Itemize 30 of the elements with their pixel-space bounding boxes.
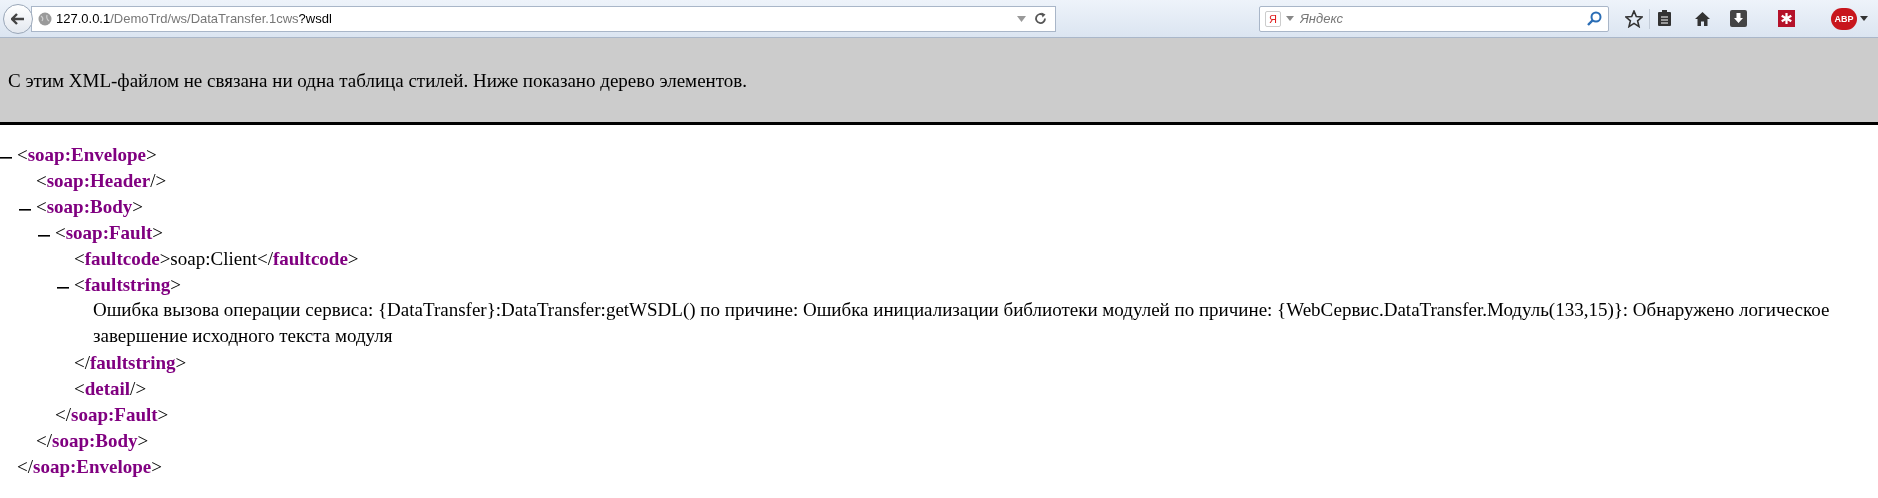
adblock-icon[interactable]: ABP — [1831, 7, 1857, 30]
search-field[interactable]: Я Яндекс — [1259, 5, 1609, 32]
asterisk-icon[interactable] — [1778, 10, 1795, 27]
xml-open-tag: <faultstring> — [74, 271, 181, 300]
home-icon[interactable] — [1694, 10, 1711, 27]
element-text: Ошибка вызова операции сервиса: {DataTransfer}:DataTransfer:getWSDL() по причине: Ошибка инициализации библиотеки модулей по причине: {WebСервис.DataTransfer.Модуль(133,15)}: Обнаружено логическое завершение исходного текста модуля — [93, 298, 1831, 348]
xml-open-tag: <soap:Body> — [36, 193, 143, 222]
star-icon[interactable] — [1625, 9, 1643, 28]
back-arrow-icon — [11, 12, 25, 25]
xml-element: <faultcode>soap:Client</faultcode> — [74, 247, 359, 271]
xml-element: <detail/> — [74, 377, 147, 401]
search-engine-logo[interactable]: Я — [1265, 10, 1281, 27]
url-text: 127.0.0.1/DemoTrd/ws/DataTransfer.1cws?wsdl — [56, 9, 332, 28]
search-input[interactable]: Яндекс — [1300, 8, 1587, 29]
info-message: С этим XML-файлом не связана ни одна таблица стилей. Ниже показано дерево элементов. — [8, 68, 747, 93]
reload-icon[interactable] — [1034, 12, 1047, 25]
address-field[interactable]: 127.0.0.1/DemoTrd/ws/DataTransfer.1cws?wsdl — [31, 5, 1056, 32]
xml-open-tag: <soap:Envelope> — [17, 141, 157, 170]
xml-open-tag: <soap:Fault> — [55, 219, 163, 248]
xml-close-tag: </soap:Envelope> — [17, 456, 162, 477]
xml-close-tag: </soap:Fault> — [55, 404, 169, 425]
search-icon[interactable] — [1587, 11, 1602, 26]
xml-close-tag: </soap:Body> — [36, 430, 149, 451]
dropdown-caret-icon[interactable] — [1860, 16, 1868, 21]
back-button[interactable] — [3, 3, 33, 34]
download-icon[interactable] — [1730, 10, 1747, 27]
xml-element: <soap:Header/> — [36, 169, 167, 193]
clipboard-icon[interactable] — [1657, 10, 1672, 27]
globe-icon — [38, 11, 52, 26]
xml-close-tag: </faultstring> — [74, 352, 187, 373]
